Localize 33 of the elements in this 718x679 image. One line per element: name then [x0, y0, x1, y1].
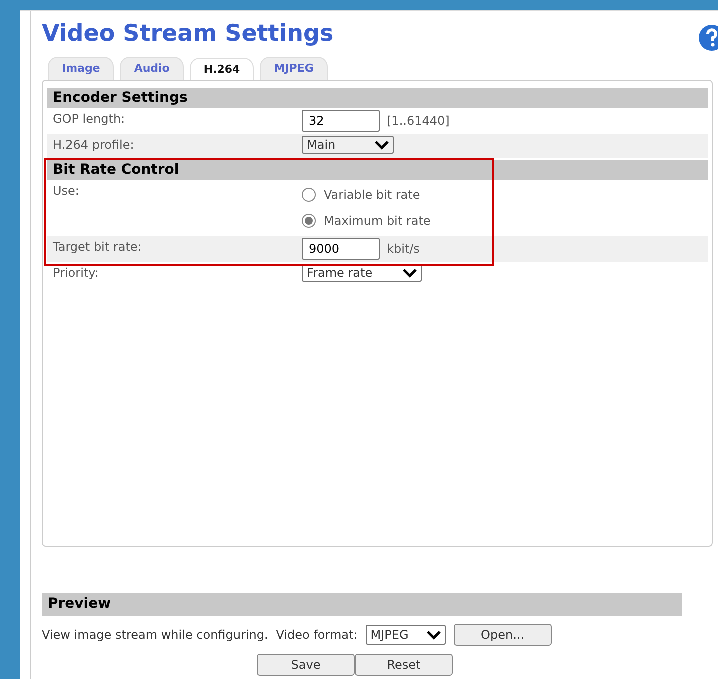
action-button[interactable]: Reset [355, 654, 453, 676]
unit-label: kbit/s [387, 241, 420, 258]
field-label: Priority: [53, 265, 100, 282]
field-label: Target bit rate: [53, 239, 143, 256]
section-heading: Preview [42, 593, 682, 616]
caret-icon [426, 630, 441, 640]
radio-button[interactable] [302, 188, 316, 202]
dropdown[interactable]: Frame rate [302, 264, 422, 282]
preview-text: View image stream while configuring. [42, 627, 268, 644]
option-label: Variable bit rate [324, 187, 420, 204]
section-heading: Encoder Settings [47, 88, 708, 108]
open-button[interactable]: Open... [454, 624, 552, 646]
field-label: GOP length: [53, 111, 126, 128]
unit-label: [1..61440] [387, 113, 450, 130]
format-label: Video format: [276, 627, 358, 644]
section-heading: Bit Rate Control [47, 160, 708, 180]
text-input[interactable]: 9000 [302, 238, 380, 260]
caret-icon [375, 140, 389, 150]
tab[interactable]: Audio [120, 57, 184, 80]
tab[interactable]: H.264 [190, 58, 254, 81]
dropdown[interactable]: Main [302, 136, 394, 154]
tab[interactable]: MJPEG [260, 57, 328, 80]
text-input[interactable]: 32 [302, 110, 380, 132]
radio-button[interactable] [302, 214, 316, 228]
action-button[interactable]: Save [257, 654, 355, 676]
field-label: H.264 profile: [53, 137, 136, 154]
option-label: Maximum bit rate [324, 213, 431, 230]
tab[interactable]: Image [48, 57, 114, 80]
caret-icon [402, 268, 417, 278]
field-label: Use: [53, 183, 80, 200]
dropdown[interactable]: MJPEG [366, 625, 446, 645]
page-title: Video Stream Settings [42, 20, 334, 49]
help-icon[interactable] [698, 24, 718, 52]
